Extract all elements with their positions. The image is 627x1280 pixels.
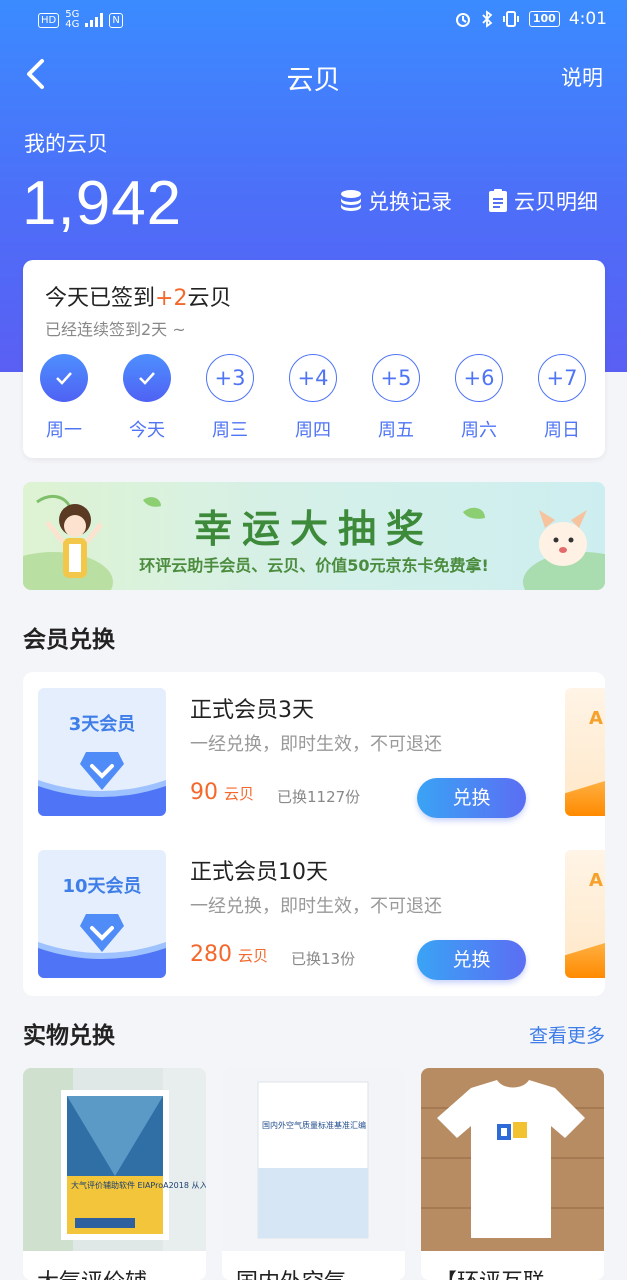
member-item-exchanged: 已换13份 <box>291 950 356 968</box>
nfc-icon: N <box>109 12 123 28</box>
goods-item[interactable]: 【环评互联 <box>421 1068 604 1280</box>
member-item-price: 280 云贝 <box>190 942 269 967</box>
signin-day-mon: 周一 <box>39 354 89 442</box>
checked-icon <box>123 354 171 402</box>
member-exchange-panel: 3天会员 正式会员3天 一经兑换，即时生效，不可退还 90 云贝 已换1127份 … <box>23 672 605 996</box>
product-image-book: 大气评价辅助软件 EIAProA2018 从入门到精通 <box>23 1068 206 1251</box>
bluetooth-icon <box>482 10 493 28</box>
exchange-records-label: 兑换记录 <box>368 190 452 214</box>
svg-text:国内外空气质量标准基准汇编: 国内外空气质量标准基准汇编 <box>262 1120 366 1130</box>
clock: 4:01 <box>568 9 607 29</box>
document-icon <box>489 189 507 212</box>
member-item-desc: 一经兑换，即时生效，不可退还 <box>190 734 442 755</box>
member-section-title: 会员兑换 <box>23 627 115 653</box>
exchange-button[interactable]: 兑换 <box>417 940 526 980</box>
member-item-price: 90 云贝 <box>190 780 255 805</box>
signin-day-sun: +7 周日 <box>537 354 587 442</box>
member-item-exchanged: 已换1127份 <box>277 788 361 806</box>
balance-value: 1,942 <box>22 169 183 238</box>
exchange-button[interactable]: 兑换 <box>417 778 526 818</box>
reward-badge: +3 <box>206 354 254 402</box>
goods-item[interactable]: 大气评价辅助软件 EIAProA2018 从入门到精通 大气评价辅 <box>23 1068 206 1280</box>
coins-icon <box>341 190 361 211</box>
banner-subtitle: 环评云助手会员、云贝、价值50元京东卡免费拿! <box>139 556 489 575</box>
network-type-indicator: 5G 4G <box>65 9 80 30</box>
signin-day-sat: +6 周六 <box>454 354 504 442</box>
hd-indicator: HD <box>38 12 60 28</box>
diamond-icon <box>80 752 124 790</box>
product-image-tshirt <box>421 1068 604 1251</box>
page-title: 云贝 <box>286 65 341 96</box>
points-detail-label: 云贝明细 <box>514 190 598 214</box>
signin-bonus: +2 <box>155 286 188 311</box>
signin-day-fri: +5 周五 <box>371 354 421 442</box>
status-bar: HD 5G 4G N 100 4:01 <box>0 0 627 38</box>
battery-indicator: 100 <box>528 11 560 27</box>
lottery-banner[interactable]: 幸运大抽奖 环评云助手会员、云贝、价值50元京东卡免费拿! <box>23 482 605 590</box>
view-more-link[interactable]: 查看更多 <box>529 1021 605 1048</box>
signin-day-today: 今天 <box>122 354 172 442</box>
member-item-title: 正式会员3天 <box>190 698 314 723</box>
reward-badge: +5 <box>372 354 420 402</box>
goods-item-name: 【环评互联 <box>435 1264 545 1280</box>
checked-icon <box>40 354 88 402</box>
reward-badge: +6 <box>455 354 503 402</box>
goods-item[interactable]: 国内外空气质量标准基准汇编 国内外空气 <box>222 1068 405 1280</box>
balance-label: 我的云贝 <box>24 132 108 156</box>
reward-badge: +7 <box>538 354 586 402</box>
member-thumbnail: 10天会员 <box>38 850 166 978</box>
next-item-peek[interactable]: A <box>565 850 605 978</box>
signin-card: 今天已签到+2云贝 已经连续签到2天 ~ 周一 今天 +3 周三 +4 周四 +… <box>23 260 605 458</box>
member-item-title: 正式会员10天 <box>190 860 328 885</box>
points-detail-link[interactable]: 云贝明细 <box>488 186 598 216</box>
exchange-records-link[interactable]: 兑换记录 <box>340 186 452 216</box>
next-item-peek[interactable]: A <box>565 688 605 816</box>
member-thumbnail: 3天会员 <box>38 688 166 816</box>
member-item-10day[interactable]: 10天会员 正式会员10天 一经兑换，即时生效，不可退还 280 云贝 已换13份… <box>23 834 605 984</box>
product-image-book: 国内外空气质量标准基准汇编 <box>222 1068 405 1251</box>
help-link[interactable]: 说明 <box>561 62 603 92</box>
svg-text:大气评价辅助软件 EIAProA2018 从入门到精通: 大气评价辅助软件 EIAProA2018 从入门到精通 <box>71 1180 206 1190</box>
vibrate-icon <box>502 11 519 27</box>
reward-badge: +4 <box>289 354 337 402</box>
goods-section-title: 实物兑换 <box>23 1023 115 1049</box>
member-item-3day[interactable]: 3天会员 正式会员3天 一经兑换，即时生效，不可退还 90 云贝 已换1127份 … <box>23 672 605 822</box>
member-item-desc: 一经兑换，即时生效，不可退还 <box>190 896 442 917</box>
signin-day-wed: +3 周三 <box>205 354 255 442</box>
signin-day-thu: +4 周四 <box>288 354 338 442</box>
banner-title: 幸运大抽奖 <box>193 507 434 551</box>
goods-item-name: 大气评价辅 <box>37 1264 147 1280</box>
alarm-icon <box>455 13 470 27</box>
goods-item-name: 国内外空气 <box>236 1264 346 1280</box>
signal-icon <box>85 13 104 27</box>
signin-title: 今天已签到+2云贝 <box>45 286 232 311</box>
signin-streak: 已经连续签到2天 ~ <box>45 320 186 339</box>
diamond-icon <box>80 914 124 952</box>
